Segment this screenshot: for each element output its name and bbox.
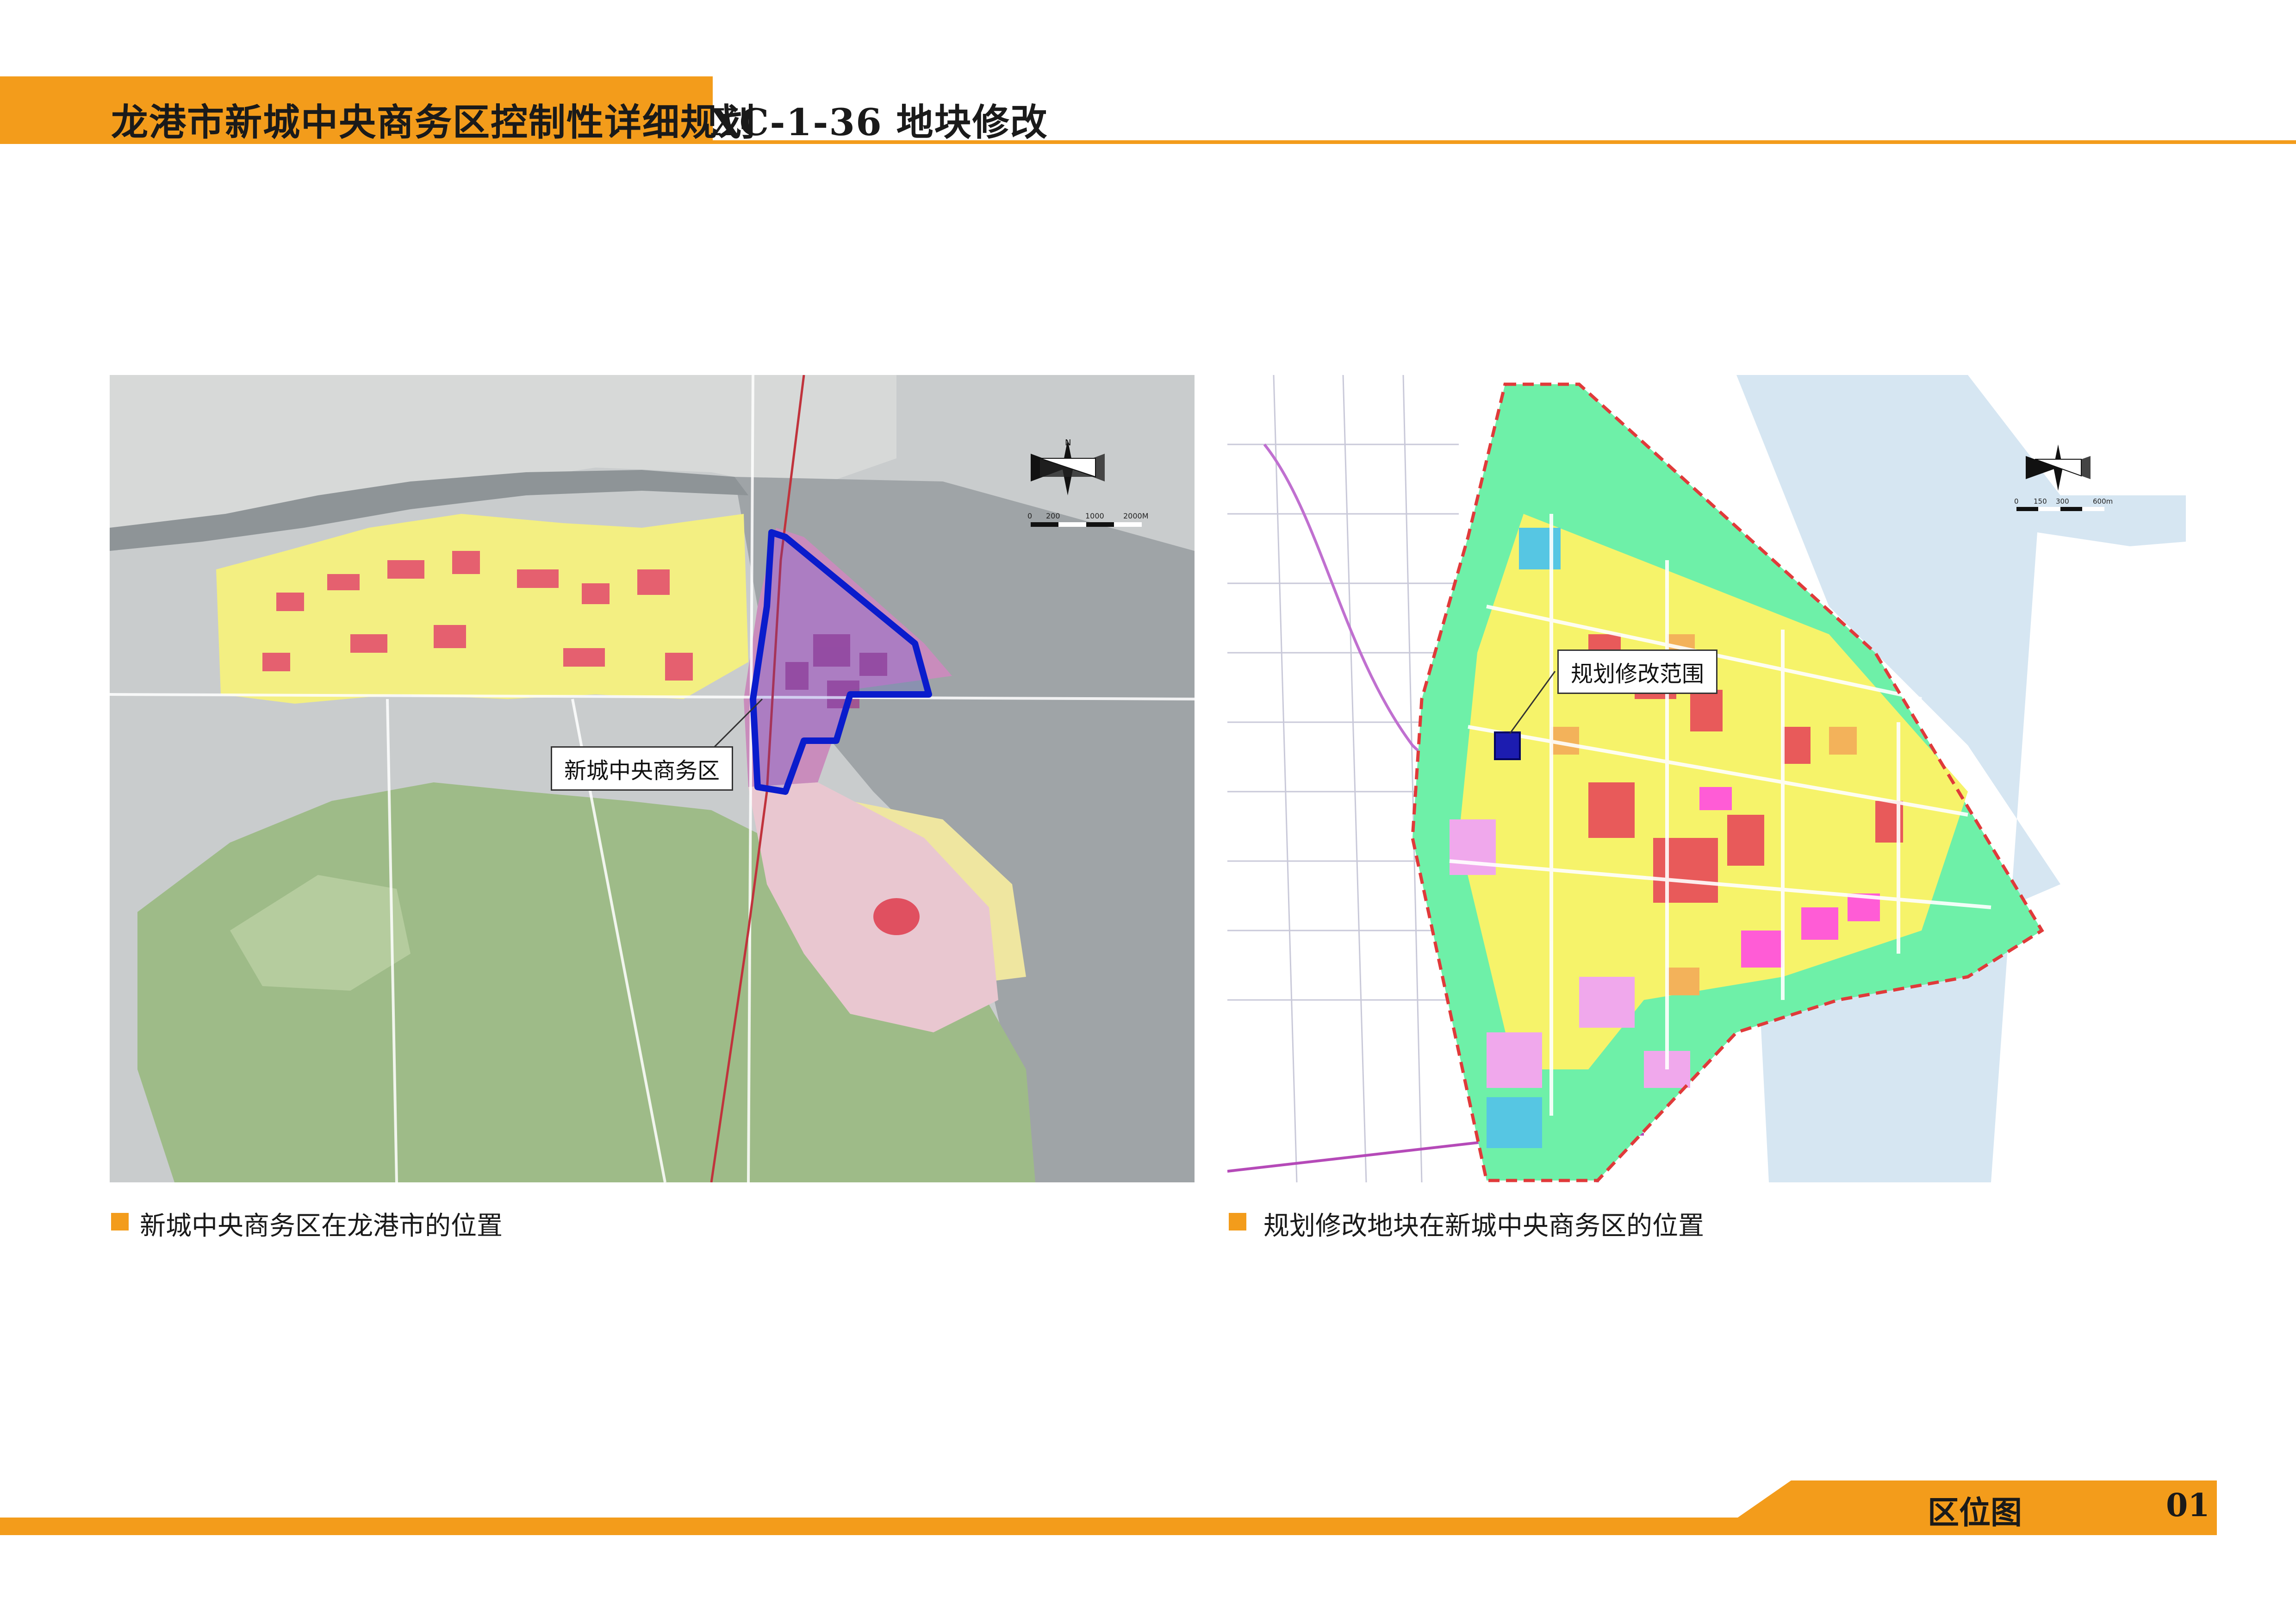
scale-label-1000: 1000 <box>1085 512 1104 520</box>
scale-bar <box>2016 507 2104 511</box>
scale-label-600: 600m <box>2093 497 2113 506</box>
scale-label-200: 200 <box>1046 512 1060 520</box>
footer-tab <box>1712 1480 2217 1535</box>
city-location-map[interactable]: 0 200 1000 2000M N 新城中央商务区 <box>110 375 1195 1182</box>
page-title: 龙港市新城中央商务区控制性详细规划 <box>111 101 756 144</box>
scale-label-0: 0 <box>1027 512 1032 520</box>
page-subtitle: XC-1-36 地块修改 <box>710 100 1048 144</box>
scale-label-150: 150 <box>2034 497 2047 506</box>
caption-bullet-icon <box>111 1213 129 1230</box>
caption-bullet-icon <box>1229 1213 1246 1230</box>
scale-bar <box>1031 522 1142 527</box>
site-callout: 规划修改范围 <box>1557 650 1718 694</box>
scale-label-2000: 2000M <box>1123 512 1149 520</box>
left-map-caption: 新城中央商务区在龙港市的位置 <box>140 1211 503 1241</box>
footer-section-label: 区位图 <box>1928 1495 2022 1531</box>
right-map-caption: 规划修改地块在新城中央商务区的位置 <box>1263 1211 1704 1241</box>
scale-label-0: 0 <box>2014 497 2019 506</box>
scale-label-300: 300 <box>2056 497 2069 506</box>
modified-site <box>1494 731 1521 760</box>
site-map-drawing: 0 150 300 600m <box>1227 375 2186 1182</box>
site-location-map[interactable]: 0 150 300 600m 规划修改范围 <box>1227 375 2186 1182</box>
cbd-callout: 新城中央商务区 <box>551 746 734 791</box>
page-number: 01 <box>2166 1487 2210 1524</box>
compass-north-label: N <box>1065 438 1071 448</box>
